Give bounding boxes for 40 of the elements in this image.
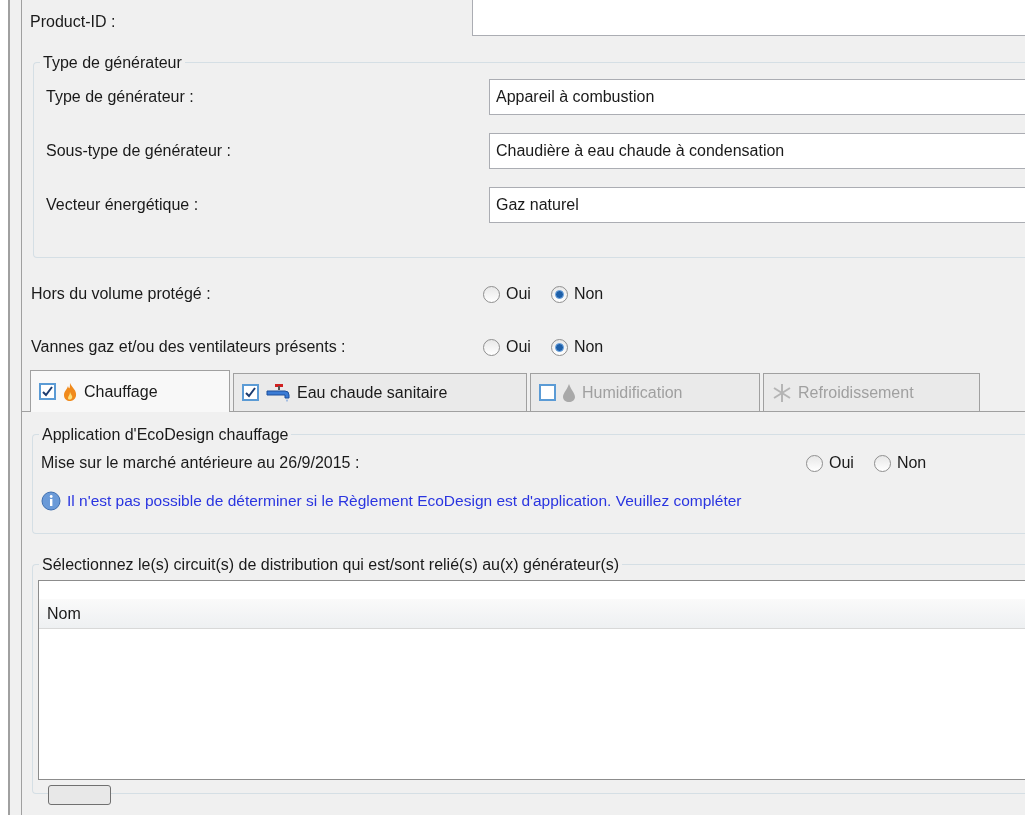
tab-label: Refroidissement [798, 382, 914, 403]
combo-box[interactable]: Chaudière à eau chaude à condensation [489, 133, 1025, 169]
checkbox[interactable] [242, 384, 259, 401]
radio-button[interactable] [483, 285, 500, 303]
field-label: Hors du volume protégé : [31, 284, 212, 304]
flame-icon [62, 381, 78, 402]
tab-label: Chauffage [84, 381, 158, 402]
radio-button[interactable] [483, 338, 500, 356]
radio-button[interactable] [873, 454, 891, 472]
tab[interactable]: Eau chaude sanitaire [233, 373, 527, 411]
tab[interactable]: Chauffage [30, 370, 230, 412]
snowflake-icon [772, 382, 792, 403]
droplet-icon [562, 382, 576, 403]
field-label: Product-ID : [30, 12, 117, 32]
button[interactable] [48, 785, 111, 805]
input-field[interactable] [472, 0, 1025, 36]
radio-label: Oui [829, 453, 854, 473]
radio-button[interactable] [550, 285, 568, 303]
info-message: Il n'est pas possible de déterminer si le Règlement EcoDesign est d'application. Veuillez compléter [67, 491, 742, 511]
radio-label: Oui [506, 337, 531, 357]
field-label: Mise sur le marché antérieure au 26/9/2015 : [41, 453, 361, 473]
check-icon [245, 387, 256, 398]
combo-box[interactable]: Gaz naturel [489, 187, 1025, 223]
column-header[interactable]: Nom [39, 599, 1025, 628]
field-label: Sous-type de générateur : [46, 141, 232, 161]
info-icon [41, 490, 61, 511]
check-icon [42, 386, 53, 397]
field-label: Vannes gaz et/ou des ventilateurs présents : [31, 337, 347, 357]
field-label: Type de générateur : [46, 87, 195, 107]
combo-box[interactable]: Appareil à combustion [489, 79, 1025, 115]
radio-button[interactable] [806, 454, 823, 472]
checkbox[interactable] [39, 383, 56, 400]
tab-label: Eau chaude sanitaire [297, 382, 448, 403]
radio-button[interactable] [550, 338, 568, 356]
field-label: Vecteur énergétique : [46, 195, 200, 215]
radio-label: Oui [506, 284, 531, 304]
radio-label: Non [573, 337, 604, 357]
radio-label: Non [896, 453, 927, 473]
radio-label: Non [573, 284, 604, 304]
tab-label: Humidification [582, 382, 683, 403]
